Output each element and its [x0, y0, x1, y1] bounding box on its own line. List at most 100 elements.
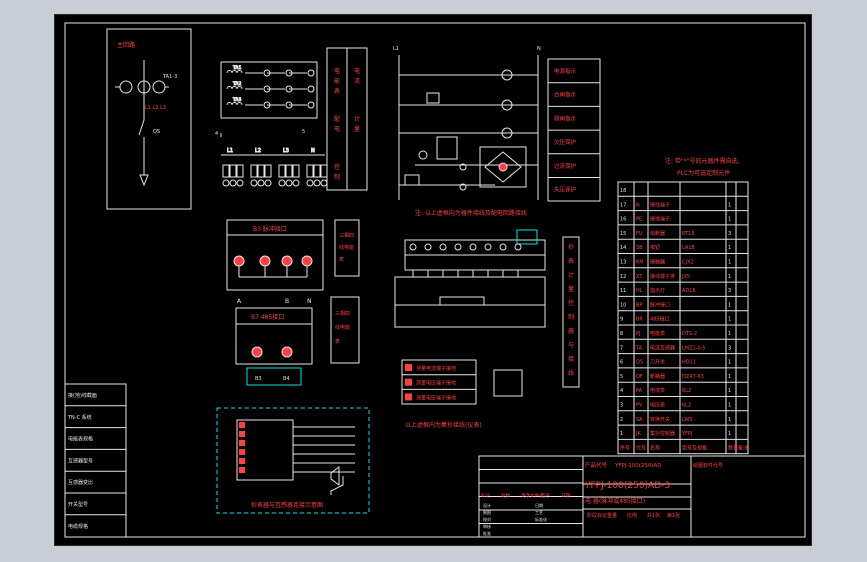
bom-cell: LMZ1-0.5: [682, 345, 705, 351]
collector-node: [409, 243, 417, 251]
ct-coil-arc: [226, 86, 233, 90]
small-box-text: 线电能: [339, 244, 354, 251]
svg-text:A: A: [237, 298, 242, 305]
drawing-frame: [64, 22, 806, 538]
title-sign-cell: 批准: [483, 530, 491, 536]
mid-box-char: 控: [334, 163, 340, 171]
vertical-char: 抄: [568, 243, 574, 251]
bom-cell: 3: [728, 288, 731, 294]
bom-cell: RT18: [682, 231, 695, 237]
conn-marker: [239, 440, 245, 446]
title-meta-cell: 第1张: [667, 512, 680, 519]
bom-cell: 2: [620, 417, 623, 423]
bom-cell: 1: [728, 388, 731, 394]
indicator-box-label: 跳闸指示: [554, 114, 577, 122]
mid-label-column: 电能表电流配电计量控制: [326, 47, 368, 191]
mid-box-char: 制: [334, 173, 340, 181]
bom-cell: 脉冲接口: [650, 301, 670, 308]
control-circuit: [398, 55, 539, 200]
bom-header-cell: 备注: [738, 444, 748, 451]
ct-label: TA2: [232, 81, 241, 87]
left-table-cell: 电能表规格: [68, 436, 93, 443]
vertical-char: 与: [568, 341, 574, 349]
terminal-cell: [222, 164, 230, 178]
bom-cell: 1: [728, 331, 731, 337]
title-meta-cell: 共1张: [647, 512, 660, 519]
svg-text:B3: B3: [255, 376, 262, 382]
mid-box-char: 电: [354, 67, 360, 75]
title-meta-cell: 重量: [607, 512, 617, 519]
indicator-box-label: 合闸指示: [554, 91, 577, 99]
bom-cell: 1: [728, 217, 731, 223]
bom-cell: 按钮: [650, 244, 660, 251]
bom-cell: AD16: [682, 288, 696, 294]
bom-cell: 断路器: [650, 373, 665, 380]
terminal-cell: [278, 164, 286, 178]
bom-cell: 1: [728, 360, 731, 366]
conn-marker: [239, 431, 245, 437]
bom-cell: 集抄控制器: [650, 430, 675, 437]
indicator-box-label: 电源指示: [554, 67, 577, 75]
title-sign-cell: 设计: [483, 502, 491, 508]
vertical-char: 接: [568, 355, 574, 363]
terminal-cell: [285, 164, 293, 178]
svg-text:4: 4: [215, 131, 218, 137]
bom-cell: 6L2: [682, 388, 691, 394]
bom-cell: BP: [636, 302, 642, 308]
left-table-cell: 互感器型号: [68, 457, 93, 464]
bom-cell: JK: [635, 431, 641, 437]
bom-cell: 指示灯: [650, 287, 665, 294]
schematic-svg: 接(地)线截面 TN-C 系统电能表规格互感器型号互感器变比开关型号电缆规格 主回…: [64, 22, 806, 538]
bom-cell: 1: [728, 202, 731, 208]
bom-cell: KM: [636, 260, 644, 266]
terminal-node: [306, 179, 314, 187]
mid-box-char: 流: [354, 77, 360, 85]
terminal-cell: [229, 164, 237, 178]
terminal-node: [292, 179, 300, 187]
side-label-boxes: 三相四线电能表三相四线电能表: [330, 219, 360, 364]
bom-cell: XT: [636, 274, 643, 280]
legend-label: 测量电压端子接地: [416, 380, 456, 387]
terminal-cell: [236, 164, 244, 178]
bom-cell: 5: [620, 374, 623, 380]
product-code-value: YFPJ-100(250)AD: [614, 463, 662, 469]
note-top-right-2: PLC为可选定制元件: [677, 169, 730, 177]
bom-header-cell: 序号: [620, 444, 630, 451]
bom-cell: 1: [728, 274, 731, 280]
terminal-node: [285, 179, 293, 187]
bom-cell: 接触器: [650, 259, 665, 266]
bom-cell: 熔断器: [650, 230, 665, 237]
bom-cell: 9: [620, 317, 623, 323]
phase-label: L1 L2 L3: [145, 105, 166, 111]
svg-text:B: B: [285, 298, 289, 305]
terminal-node: [257, 179, 265, 187]
bottom-red-note: 抄表器与互感器连接示意图: [251, 501, 323, 509]
pulse-terminal: [233, 255, 245, 267]
main-circuit-box: 主回路 TA1-3 L1 L2 L3 QS: [106, 28, 192, 210]
title-sign-cell: 审核: [483, 523, 491, 529]
ct-winding-block: TA1 TA2 TA3 4 5: [215, 61, 318, 137]
bom-cell: HL: [636, 288, 643, 294]
ct-node: [307, 101, 315, 109]
terminal-meters: L1 L2 L3 N: [221, 148, 328, 187]
product-code-label: 产品代号: [585, 461, 608, 469]
bom-cell: 1: [728, 374, 731, 380]
title-mid-cell: 处数: [501, 492, 510, 499]
bom-cell: 485接口: [650, 316, 670, 323]
terminal-cell: [292, 164, 300, 178]
legend-swatch: [405, 378, 412, 386]
bom-cell: SB: [636, 245, 643, 251]
terminal-node: [320, 179, 328, 187]
bom-header-cell: 名称: [650, 444, 660, 451]
terminal-n: N: [537, 46, 541, 52]
bom-cell: 7: [620, 345, 623, 351]
bom-cell: 11: [620, 288, 626, 294]
bom-cell: PE: [636, 217, 642, 223]
bom-cell: LA18: [682, 245, 695, 251]
bom-cell: FU: [636, 231, 643, 237]
title-meta-cell: 阶段标记: [587, 512, 607, 519]
bom-table: 1817 N 接线端子 116 PE 接地端子 115 FU 熔断器 RT18 314 SB 按钮 LA1…: [617, 181, 749, 455]
collector-node: [484, 243, 492, 251]
bom-cell: 8: [620, 331, 623, 337]
title-mid-cell: 日期: [561, 493, 570, 499]
